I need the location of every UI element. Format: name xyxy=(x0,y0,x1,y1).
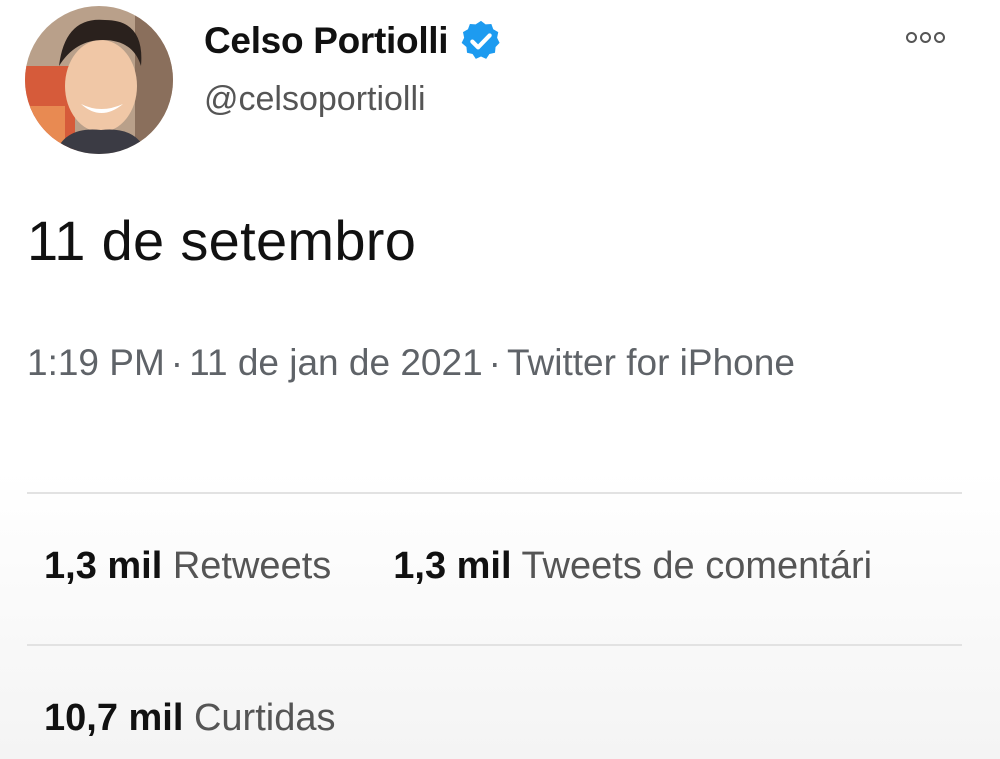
retweets-count: 1,3 mil xyxy=(44,545,163,587)
tweet-text: 11 de setembro xyxy=(27,209,417,272)
likes-label: Curtidas xyxy=(193,697,336,739)
engagement-stats-row: 1,3 mil Retweets 1,3 mil Tweets de coment… xyxy=(44,545,872,588)
quote-tweets-label: Tweets de comentári xyxy=(521,545,873,587)
likes-stats-row: 10,7 mil Curtidas xyxy=(44,697,335,740)
tweet-time[interactable]: 1:19 PM xyxy=(27,342,165,383)
divider xyxy=(27,492,962,494)
tweet-card: Celso Portiolli @celsoportiolli 11 de se… xyxy=(0,0,1000,759)
retweets-label: Retweets xyxy=(172,545,332,587)
tweet-date[interactable]: 11 de jan de 2021 xyxy=(189,342,483,383)
quote-tweets-count: 1,3 mil xyxy=(393,545,512,587)
more-options-icon[interactable] xyxy=(906,32,945,43)
display-name[interactable]: Celso Portiolli xyxy=(204,20,449,62)
user-handle[interactable]: @celsoportiolli xyxy=(204,80,426,119)
verified-badge-icon xyxy=(458,18,504,64)
likes-stat[interactable]: 10,7 mil Curtidas xyxy=(44,697,335,740)
tweet-metadata: 1:19 PM · 11 de jan de 2021 · Twitter for iP… xyxy=(27,342,795,383)
likes-count: 10,7 mil xyxy=(44,697,184,739)
quote-tweets-stat[interactable]: 1,3 mil Tweets de comentári xyxy=(393,545,872,588)
retweets-stat[interactable]: 1,3 mil Retweets xyxy=(44,545,331,588)
tweet-source[interactable]: Twitter for iPhone xyxy=(507,342,795,383)
avatar[interactable] xyxy=(25,6,173,154)
divider xyxy=(27,644,962,646)
display-name-row: Celso Portiolli xyxy=(204,18,504,64)
avatar-image xyxy=(25,6,173,154)
